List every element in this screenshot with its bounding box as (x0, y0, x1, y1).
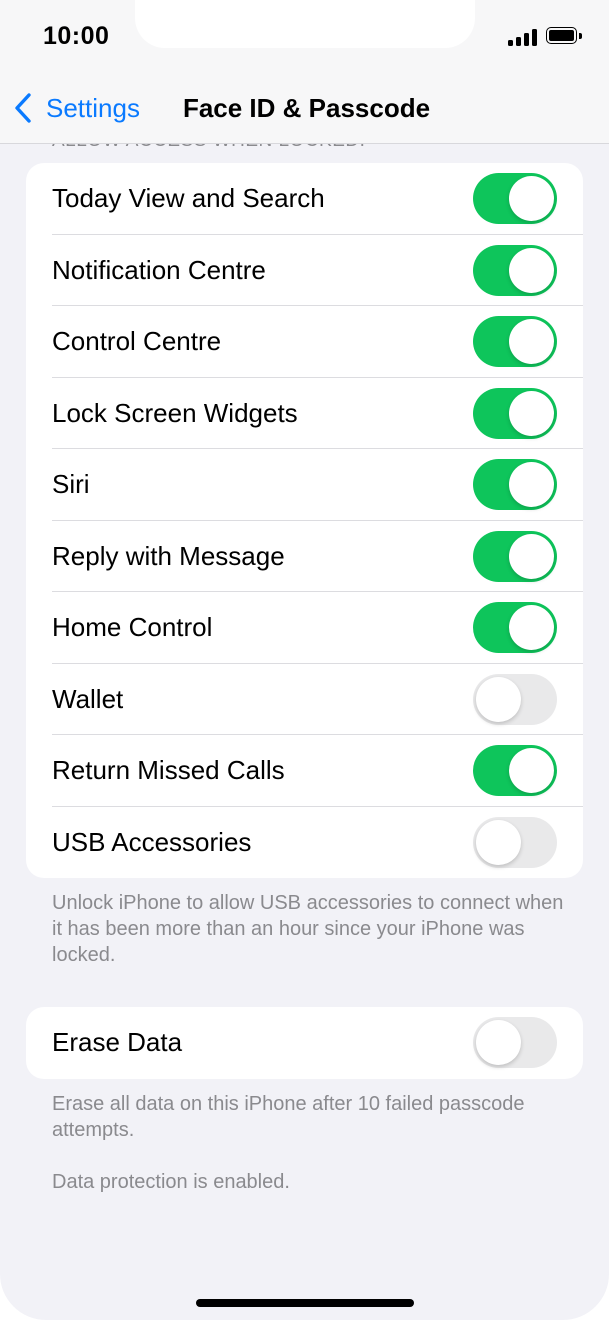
row-label: Today View and Search (52, 183, 325, 213)
erase-data-toggle[interactable] (473, 1017, 557, 1068)
erase-footnote: Erase all data on this iPhone after 10 f… (52, 1093, 525, 1141)
row-label: Reply with Message (52, 540, 285, 571)
usb-footnote: Unlock iPhone to allow USB accessories t… (52, 892, 564, 966)
row-label: Notification Centre (52, 254, 266, 285)
setting-row-usb-accessories: USB Accessories (26, 807, 583, 879)
toggle-knob (509, 319, 554, 364)
row-label: Return Missed Calls (52, 755, 285, 785)
toggle-knob (509, 748, 554, 793)
row-label: USB Accessories (52, 826, 252, 857)
signal-icon (508, 29, 538, 46)
row-label: Erase Data (52, 1027, 183, 1057)
notch (135, 0, 475, 48)
toggle-knob (509, 176, 554, 221)
toggle-knob (476, 819, 521, 865)
toggle-knob (509, 247, 554, 293)
toggle-knob (476, 1020, 521, 1065)
setting-row-siri: Siri (26, 449, 583, 521)
control-centre-toggle[interactable] (473, 316, 557, 367)
toggle-knob (509, 462, 554, 507)
reply-with-message-toggle[interactable] (473, 530, 557, 582)
setting-row-home-control: Home Control (26, 592, 583, 664)
toggle-knob (509, 390, 554, 436)
setting-row-today-view-and-search: Today View and Search (26, 163, 583, 235)
setting-row-control-centre: Control Centre (26, 306, 583, 378)
phone-screen: 10:00 ALLOW ACCESS WHEN LOCKED: Settings… (0, 0, 609, 1320)
setting-row-wallet: Wallet (26, 664, 583, 735)
lock-screen-widgets-toggle[interactable] (473, 387, 557, 439)
setting-row-return-missed-calls: Return Missed Calls (26, 735, 583, 807)
allow-access-when-locked-list: Today View and Search Notification Centre… (26, 163, 583, 878)
setting-row-lock-screen-widgets: Lock Screen Widgets (26, 378, 583, 449)
usb-accessories-toggle[interactable] (473, 816, 557, 868)
home-control-toggle[interactable] (473, 602, 557, 653)
page-title: Face ID & Passcode (182, 93, 431, 123)
toggle-knob (476, 676, 521, 722)
notification-centre-toggle[interactable] (473, 244, 557, 296)
erase-data-group: Erase Data (26, 1007, 583, 1079)
row-label: Lock Screen Widgets (52, 397, 298, 428)
row-label: Wallet (52, 683, 124, 714)
data-protection-note: Data protection is enabled. (52, 1171, 290, 1193)
home-indicator[interactable] (196, 1299, 414, 1307)
row-label: Home Control (52, 612, 213, 642)
return-missed-calls-toggle[interactable] (473, 745, 557, 796)
today-view-and-search-toggle[interactable] (473, 173, 557, 224)
wallet-toggle[interactable] (473, 673, 557, 725)
row-label: Siri (52, 469, 90, 499)
toggle-knob (509, 533, 554, 579)
row-label: Control Centre (52, 326, 222, 356)
status-time: 10:00 (43, 22, 110, 50)
siri-toggle[interactable] (473, 459, 557, 510)
erase-data-row: Erase Data (26, 1007, 583, 1079)
setting-row-reply-with-message: Reply with Message (26, 521, 583, 592)
battery-icon (546, 27, 583, 46)
setting-row-notification-centre: Notification Centre (26, 235, 583, 306)
navigation-bar: Settings Face ID & Passcode (0, 76, 609, 144)
toggle-knob (509, 605, 554, 650)
status-bar: 10:00 (0, 0, 609, 76)
